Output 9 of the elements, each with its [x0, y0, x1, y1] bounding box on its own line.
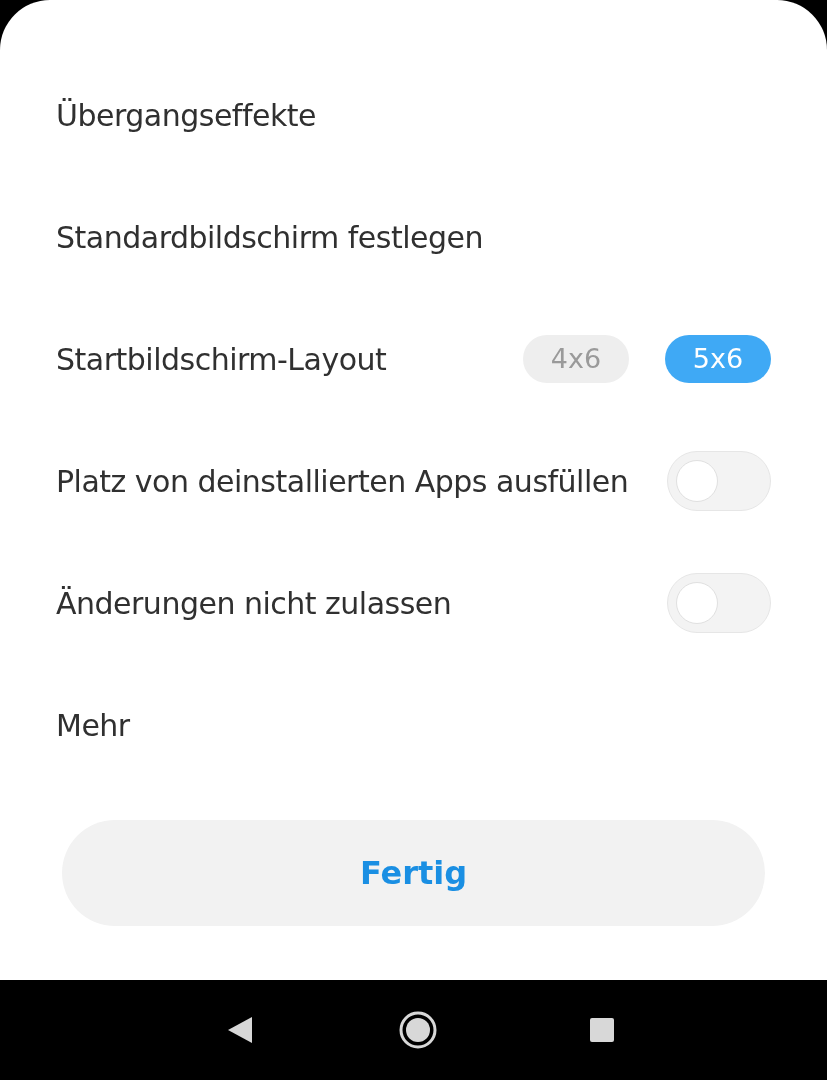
- recents-icon[interactable]: [590, 1018, 614, 1042]
- setting-label: Startbildschirm-Layout: [56, 340, 387, 379]
- setting-label[interactable]: Standardbildschirm festlegen: [56, 214, 483, 260]
- back-icon[interactable]: [227, 1016, 253, 1044]
- home-icon[interactable]: [399, 1011, 437, 1049]
- setting-label[interactable]: Übergangseffekte: [56, 92, 316, 138]
- setting-label: Änderungen nicht zulassen: [56, 584, 452, 623]
- setting-label[interactable]: Mehr: [56, 702, 130, 748]
- setting-label: Platz von deinstallierten Apps ausfüllen: [56, 462, 629, 501]
